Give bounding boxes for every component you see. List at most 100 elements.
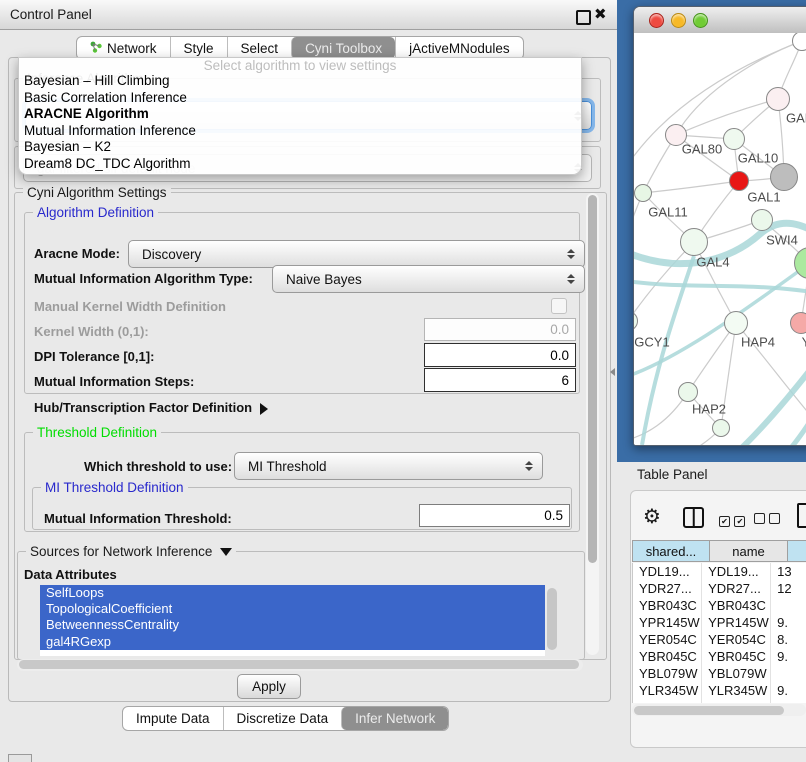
column-header[interactable]: shared... xyxy=(632,540,710,562)
data-attributes-label: Data Attributes xyxy=(24,567,117,582)
data-attribute-item[interactable]: TopologicalCoefficient xyxy=(40,601,545,617)
column-layout-icon[interactable] xyxy=(683,507,704,528)
network-node-swi4[interactable] xyxy=(751,209,773,231)
apply-button[interactable]: Apply xyxy=(237,674,301,699)
tab-select[interactable]: Select xyxy=(227,37,292,59)
tab-style[interactable]: Style xyxy=(170,37,227,59)
mi-threshold-value: 0.5 xyxy=(544,508,563,523)
mi-steps-label: Mutual Information Steps: xyxy=(34,374,194,389)
table-cell: 12 xyxy=(771,580,806,597)
algorithm-option-bayesian-hill-climbing[interactable]: Bayesian – Hill Climbing xyxy=(19,73,581,90)
zoom-traffic-icon[interactable] xyxy=(693,13,708,28)
algorithm-option-basic-correlation-inference[interactable]: Basic Correlation Inference xyxy=(19,90,581,107)
network-node-gal4[interactable] xyxy=(680,228,708,256)
table-row[interactable]: YDR27...YDR27...12 xyxy=(633,580,806,597)
data-attributes-list[interactable]: SelfLoopsTopologicalCoefficientBetweenne… xyxy=(40,585,545,656)
table-row[interactable]: YDL19...YDL19...13 xyxy=(633,563,806,580)
tab-discretize-data[interactable]: Discretize Data xyxy=(223,707,342,730)
splitter-collapse-icon[interactable] xyxy=(610,368,615,376)
mi-type-combo[interactable]: Naive Bayes xyxy=(272,265,585,293)
sources-title-text: Sources for Network Inference xyxy=(30,544,212,559)
minimize-traffic-icon[interactable] xyxy=(671,13,686,28)
attributes-scrollbar-thumb[interactable] xyxy=(547,588,557,650)
table-cell: YLR345W xyxy=(702,682,771,699)
table-row[interactable]: YLR345WYLR345W9. xyxy=(633,682,806,699)
mi-threshold-field[interactable]: 0.5 xyxy=(419,504,570,527)
network-node-gal10[interactable] xyxy=(723,128,745,150)
network-window[interactable]: GALGAL80GAL10GAL1GAL11SWI4GAL4GCY1HAP4YH… xyxy=(633,6,806,446)
table-cell: 9. xyxy=(771,699,806,703)
collapsed-arrow-icon xyxy=(260,403,268,415)
table-row[interactable]: YPR145WYPR145W9. xyxy=(633,614,806,631)
network-node-gal[interactable] xyxy=(766,87,790,111)
table-row[interactable]: YER054CYER054C8. xyxy=(633,631,806,648)
node-label: GAL11 xyxy=(648,205,688,220)
aracne-mode-value: Discovery xyxy=(142,247,201,262)
table-hscrollbar-thumb[interactable] xyxy=(634,706,784,715)
table-cell: YBR045C xyxy=(702,648,771,665)
table-row[interactable]: YBL079WYBL079W xyxy=(633,665,806,682)
settings-group-title: Cyni Algorithm Settings xyxy=(23,185,171,200)
network-node-hap4[interactable] xyxy=(724,311,748,335)
algorithm-option-aracne-algorithm[interactable]: ARACNE Algorithm xyxy=(19,106,581,123)
table-row[interactable]: YIL052CYIL052C9. xyxy=(633,699,806,703)
network-window-titlebar[interactable] xyxy=(634,7,806,34)
dpi-tolerance-label: DPI Tolerance [0,1]: xyxy=(34,349,154,364)
network-node[interactable] xyxy=(770,163,798,191)
select-all-checkboxes-icon[interactable]: ✔ ✔ xyxy=(719,511,745,529)
table-row[interactable]: YBR045CYBR045C9. xyxy=(633,648,806,665)
data-attribute-item[interactable]: SelfLoops xyxy=(40,585,545,601)
deselect-all-checkboxes-icon[interactable] xyxy=(754,511,780,529)
mi-steps-field[interactable]: 6 xyxy=(424,368,576,392)
export-table-icon[interactable] xyxy=(797,503,806,528)
algorithm-dropdown-popup: Select algorithm to view settings Bayesi… xyxy=(18,57,582,175)
network-node-y[interactable] xyxy=(790,312,806,334)
manual-kernel-checkbox[interactable] xyxy=(551,298,567,314)
node-label: HAP2 xyxy=(692,402,726,417)
tab-network[interactable]: Network xyxy=(77,37,170,59)
close-icon[interactable]: ✖ xyxy=(594,5,607,23)
tab-jactivemnodules[interactable]: jActiveMNodules xyxy=(395,37,523,59)
cyni-bottom-tabs: Impute DataDiscretize DataInfer Network xyxy=(122,706,449,731)
table-cell: YIL052C xyxy=(702,699,771,703)
minimized-panel-icon[interactable] xyxy=(8,754,32,762)
algorithm-option-bayesian-k2[interactable]: Bayesian – K2 xyxy=(19,139,581,156)
tab-infer-network[interactable]: Infer Network xyxy=(341,707,448,730)
gear-icon[interactable]: ⚙ xyxy=(643,504,661,529)
network-canvas[interactable]: GALGAL80GAL10GAL1GAL11SWI4GAL4GCY1HAP4YH… xyxy=(634,33,806,445)
close-traffic-icon[interactable] xyxy=(649,13,664,28)
data-attribute-item[interactable]: gal4RGexp xyxy=(40,634,545,650)
table-cell xyxy=(771,597,806,614)
float-icon[interactable] xyxy=(576,10,591,25)
table-cell: 13 xyxy=(771,563,806,580)
tab-impute-data[interactable]: Impute Data xyxy=(123,707,223,730)
aracne-mode-label: Aracne Mode: xyxy=(34,246,120,261)
network-node-hap2[interactable] xyxy=(678,382,698,402)
mi-threshold-label: Mutual Information Threshold: xyxy=(44,511,232,526)
table-cell: YER054C xyxy=(702,631,771,648)
kernel-width-value: 0.0 xyxy=(550,322,569,337)
network-node-gal11[interactable] xyxy=(634,184,652,202)
node-label: GAL1 xyxy=(747,190,780,205)
kernel-width-field[interactable]: 0.0 xyxy=(424,318,576,341)
hub-definition-toggle[interactable]: Hub/Transcription Factor Definition xyxy=(34,400,268,415)
table-row[interactable]: YBR043CYBR043C xyxy=(633,597,806,614)
settings-scrollbar-thumb[interactable] xyxy=(588,195,597,563)
which-threshold-combo[interactable]: MI Threshold xyxy=(234,452,543,480)
hub-definition-label: Hub/Transcription Factor Definition xyxy=(34,400,252,415)
column-header[interactable] xyxy=(788,540,806,562)
algorithm-option-mutual-information-inference[interactable]: Mutual Information Inference xyxy=(19,123,581,140)
settings-hscrollbar-thumb[interactable] xyxy=(19,660,579,669)
aracne-mode-combo[interactable]: Discovery xyxy=(128,240,585,268)
dpi-tolerance-field[interactable]: 0.0 xyxy=(424,343,576,367)
tab-cyni-toolbox[interactable]: Cyni Toolbox xyxy=(291,37,395,59)
algorithm-option-dream8-dc-tdc-algorithm[interactable]: Dream8 DC_TDC Algorithm xyxy=(19,156,581,173)
sources-group-title[interactable]: Sources for Network Inference xyxy=(26,544,236,559)
column-header[interactable]: name xyxy=(710,540,788,562)
node-label: Y xyxy=(802,335,806,350)
network-node-gal1[interactable] xyxy=(729,171,749,191)
network-node[interactable] xyxy=(712,419,730,437)
data-attribute-item[interactable]: BetweennessCentrality xyxy=(40,617,545,633)
combo-arrows-icon xyxy=(567,249,575,259)
tab-label: Style xyxy=(184,41,214,56)
